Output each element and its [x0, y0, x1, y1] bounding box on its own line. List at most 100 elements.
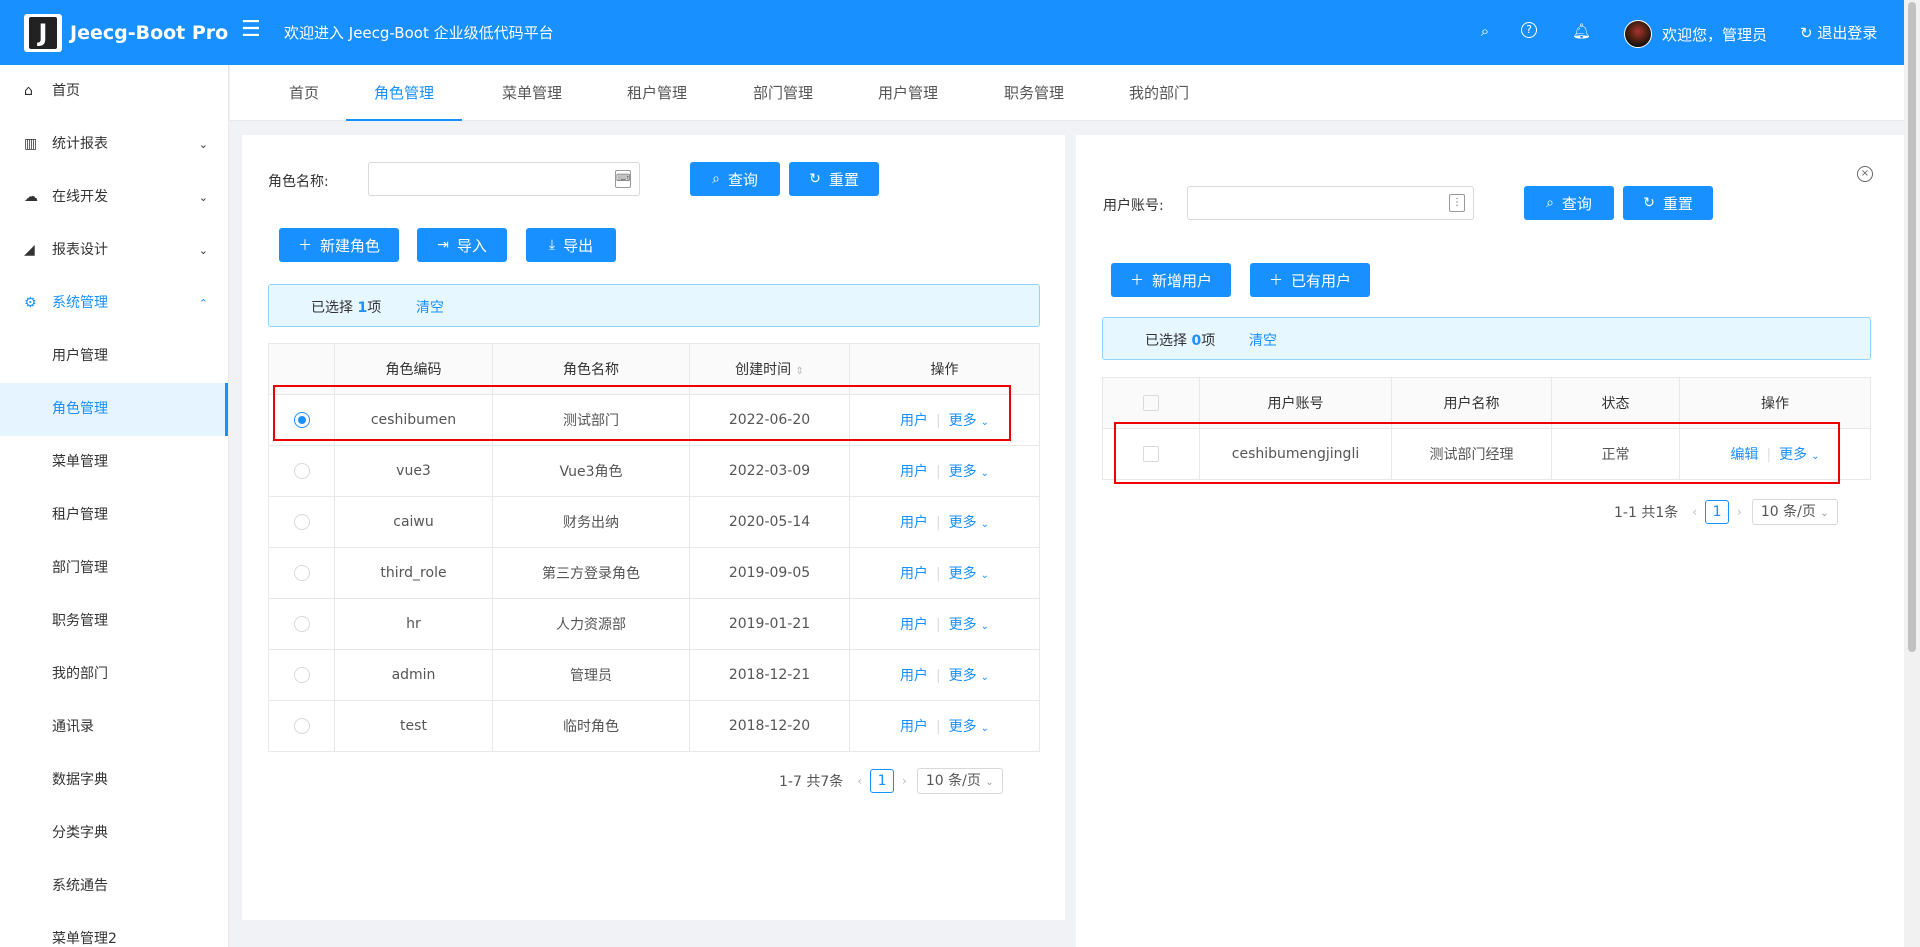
tab-position[interactable]: 职务管理 [994, 65, 1074, 121]
prev-page-icon[interactable]: ‹ [1692, 505, 1697, 519]
app-logo[interactable]: J Jeecg-Boot Pro [24, 14, 228, 52]
welcome-text: 欢迎进入 Jeecg-Boot 企业级低代码平台 [284, 24, 554, 42]
export-button[interactable]: ⤓ 导出 [526, 228, 616, 262]
user-link[interactable]: 用户 [900, 719, 928, 735]
more-dropdown[interactable]: 更多 ⌄ [949, 464, 989, 480]
tab-tenant[interactable]: 租户管理 [617, 65, 697, 121]
sidebar-item-online-dev[interactable]: ☁ 在线开发 ⌄ [0, 171, 228, 224]
sidebar-sub-user[interactable]: 用户管理 [0, 330, 228, 383]
clear-link[interactable]: 清空 [1249, 330, 1277, 350]
create-time: 2020-05-14 [689, 496, 850, 548]
user-panel: × 用户账号: ⋮ ⌕ 查询 ↻ 重置 ＋新增用户 ＋已有用户 已选择 0项 清空 … [1076, 135, 1904, 947]
selection-text: 已选择 1项 [311, 297, 381, 317]
bar-chart-icon: ▥ [24, 136, 38, 152]
selected-prefix: 已选择 [1145, 333, 1187, 349]
menu-toggle-icon[interactable]: ☰ [241, 17, 261, 42]
user-link[interactable]: 用户 [900, 668, 928, 684]
sort-icon[interactable]: ⇕ [796, 366, 804, 377]
select-all-checkbox[interactable] [1143, 395, 1159, 411]
highlight-box [273, 385, 1011, 441]
reset-button[interactable]: ↻ 重置 [1623, 186, 1713, 220]
row-radio[interactable] [293, 514, 310, 530]
search-icon[interactable]: ⌕ [1476, 22, 1494, 40]
reset-button[interactable]: ↻ 重置 [789, 162, 879, 196]
sidebar-sub-notice[interactable]: 系统通告 [0, 860, 228, 913]
sidebar-item-system[interactable]: ⚙ 系统管理 ⌃ [0, 277, 228, 330]
prev-page-icon[interactable]: ‹ [857, 774, 862, 788]
sidebar-sub-category[interactable]: 分类字典 [0, 807, 228, 860]
sidebar-item-reports[interactable]: ▥ 统计报表 ⌄ [0, 118, 228, 171]
page-size-select[interactable]: 10 条/页 ⌄ [916, 768, 1003, 794]
row-radio[interactable] [293, 718, 310, 734]
tab-home[interactable]: 首页 [276, 65, 332, 121]
help-icon[interactable]: ? [1521, 22, 1537, 38]
user-link[interactable]: 用户 [900, 566, 928, 582]
page-number[interactable]: 1 [1705, 500, 1730, 524]
table-row[interactable]: hr 人力资源部 2019-01-21 用户 | 更多 ⌄ [268, 598, 1040, 650]
page-scrollbar[interactable] [1904, 0, 1920, 947]
close-icon[interactable]: × [1857, 166, 1873, 182]
tab-menu[interactable]: 菜单管理 [492, 65, 572, 121]
user-link[interactable]: 用户 [900, 515, 928, 531]
sidebar-sub-menu2[interactable]: 菜单管理2 [0, 913, 228, 947]
sidebar-sub-menu[interactable]: 菜单管理 [0, 436, 228, 489]
search-button[interactable]: ⌕ 查询 [690, 162, 780, 196]
sidebar-sub-contacts[interactable]: 通讯录 [0, 701, 228, 754]
sidebar-sub-position[interactable]: 职务管理 [0, 595, 228, 648]
page-size-select[interactable]: 10 条/页 ⌄ [1751, 499, 1838, 525]
role-panel: 角色名称: ⌨ ⌕ 查询 ↻ 重置 ＋新建角色 ⇥ 导入 ⤓ 导出 已选择 1项 清空 … [242, 135, 1065, 920]
chevron-down-icon: ⌄ [1820, 508, 1829, 519]
logout-button[interactable]: ↻ 退出登录 [1800, 22, 1877, 43]
more-dropdown[interactable]: 更多 ⌄ [949, 617, 989, 633]
role-code: vue3 [334, 445, 493, 497]
scrollbar-thumb[interactable] [1908, 2, 1916, 652]
pagination: 1-1 共1条 ‹ 1 › 10 条/页 ⌄ [1614, 499, 1838, 525]
user-link[interactable]: 用户 [900, 617, 928, 633]
page-number[interactable]: 1 [870, 769, 895, 793]
table-row[interactable]: third_role 第三方登录角色 2019-09-05 用户 | 更多 ⌄ [268, 547, 1040, 599]
more-dropdown[interactable]: 更多 ⌄ [949, 566, 989, 582]
row-radio[interactable] [293, 667, 310, 683]
table-row[interactable]: test 临时角色 2018-12-20 用户 | 更多 ⌄ [268, 700, 1040, 752]
more-dropdown[interactable]: 更多 ⌄ [949, 668, 989, 684]
tab-role[interactable]: 角色管理 [346, 65, 462, 121]
new-user-label: 新增用户 [1151, 271, 1212, 290]
table-row[interactable]: vue3 Vue3角色 2022-03-09 用户 | 更多 ⌄ [268, 445, 1040, 497]
keyboard-icon: ⌨ [615, 170, 631, 188]
tab-mydept[interactable]: 我的部门 [1119, 65, 1199, 121]
next-page-icon[interactable]: › [902, 774, 907, 788]
existing-user-button[interactable]: ＋ 已有用户 [1250, 263, 1370, 297]
more-label: 更多 [948, 617, 977, 633]
role-code: admin [334, 649, 493, 701]
tab-user[interactable]: 用户管理 [868, 65, 948, 121]
user-menu[interactable]: 欢迎您，管理员 [1624, 20, 1767, 48]
search-button-label: 查询 [1561, 194, 1592, 213]
new-role-button[interactable]: ＋ 新建角色 [279, 228, 399, 262]
clear-link[interactable]: 清空 [416, 297, 444, 317]
table-row[interactable]: admin 管理员 2018-12-21 用户 | 更多 ⌄ [268, 649, 1040, 701]
row-radio[interactable] [293, 565, 310, 581]
sidebar-item-report-design[interactable]: ◢ 报表设计 ⌄ [0, 224, 228, 277]
bell-icon[interactable]: 🔔︎ [1572, 22, 1591, 40]
user-link[interactable]: 用户 [900, 464, 928, 480]
sidebar-item-home[interactable]: ⌂ 首页 [0, 65, 228, 118]
row-radio[interactable] [293, 463, 310, 479]
import-button[interactable]: ⇥ 导入 [417, 228, 507, 262]
search-button[interactable]: ⌕ 查询 [1524, 186, 1614, 220]
account-input[interactable]: ⋮ [1187, 186, 1474, 220]
row-radio[interactable] [293, 616, 310, 632]
table-row[interactable]: caiwu 财务出纳 2020-05-14 用户 | 更多 ⌄ [268, 496, 1040, 548]
logo-letter: J [29, 17, 57, 49]
tab-dept[interactable]: 部门管理 [743, 65, 823, 121]
more-dropdown[interactable]: 更多 ⌄ [949, 719, 989, 735]
sidebar-sub-dict[interactable]: 数据字典 [0, 754, 228, 807]
sidebar-sub-mydept[interactable]: 我的部门 [0, 648, 228, 701]
more-dropdown[interactable]: 更多 ⌄ [949, 515, 989, 531]
sidebar-sub-role[interactable]: 角色管理 [0, 383, 228, 436]
role-name-input[interactable]: ⌨ [368, 162, 640, 196]
chevron-down-icon: ⌄ [198, 191, 208, 204]
sidebar-sub-dept[interactable]: 部门管理 [0, 542, 228, 595]
new-user-button[interactable]: ＋ 新增用户 [1111, 263, 1231, 297]
next-page-icon[interactable]: › [1737, 505, 1742, 519]
sidebar-sub-tenant[interactable]: 租户管理 [0, 489, 228, 542]
